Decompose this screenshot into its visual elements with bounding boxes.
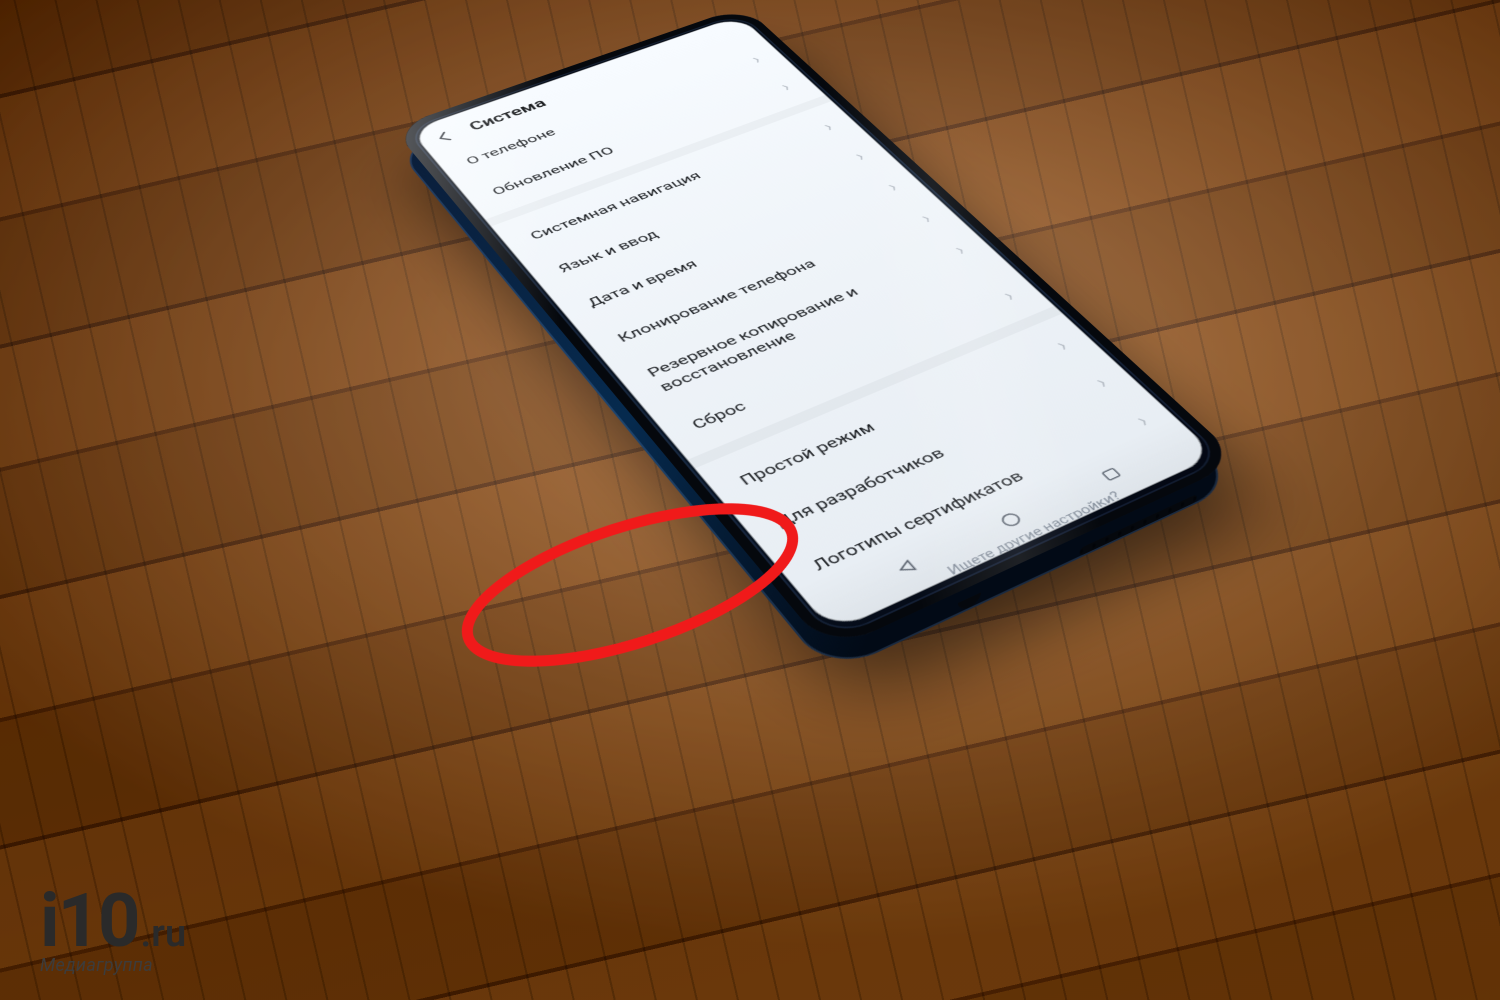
chevron-right-icon: › <box>817 118 838 135</box>
watermark: i10.ru Медиагруппа <box>40 892 186 976</box>
watermark-tld: .ru <box>141 912 187 956</box>
chevron-right-icon: › <box>996 285 1020 305</box>
back-arrow-icon[interactable] <box>429 127 461 146</box>
nav-recent-icon[interactable] <box>1090 460 1133 489</box>
section-divider <box>687 306 1063 469</box>
chevron-right-icon: › <box>881 177 903 195</box>
chevron-right-icon: › <box>746 51 766 67</box>
settings-item-developer-options[interactable]: Для разработчиков › <box>756 355 1141 547</box>
nav-home-icon[interactable] <box>989 505 1033 535</box>
scene: Система О телефоне › Обновление ПО › Сис… <box>0 0 1500 1000</box>
chevron-right-icon: › <box>1049 334 1074 355</box>
chevron-right-icon: › <box>1128 409 1155 432</box>
watermark-brand: i10 <box>40 878 139 965</box>
settings-item-label: Простой режим <box>735 419 879 489</box>
chevron-right-icon: › <box>1088 371 1114 393</box>
settings-item-label: Для разработчиков <box>771 444 949 530</box>
chevron-right-icon: › <box>914 208 937 226</box>
settings-item-label: Логотипы сертификатов <box>808 467 1028 574</box>
settings-item-reset[interactable]: Сброс › <box>673 270 1046 447</box>
nav-back-icon[interactable] <box>885 551 929 582</box>
settings-item-simple-mode[interactable]: Простой режим › <box>721 319 1101 504</box>
settings-item-label: Сброс <box>688 398 750 432</box>
chevron-right-icon: › <box>848 147 869 164</box>
chevron-right-icon: › <box>775 78 795 94</box>
watermark-subtitle: Медиагруппа <box>40 955 186 976</box>
smartphone: Система О телефоне › Обновление ПО › Сис… <box>392 6 1241 652</box>
